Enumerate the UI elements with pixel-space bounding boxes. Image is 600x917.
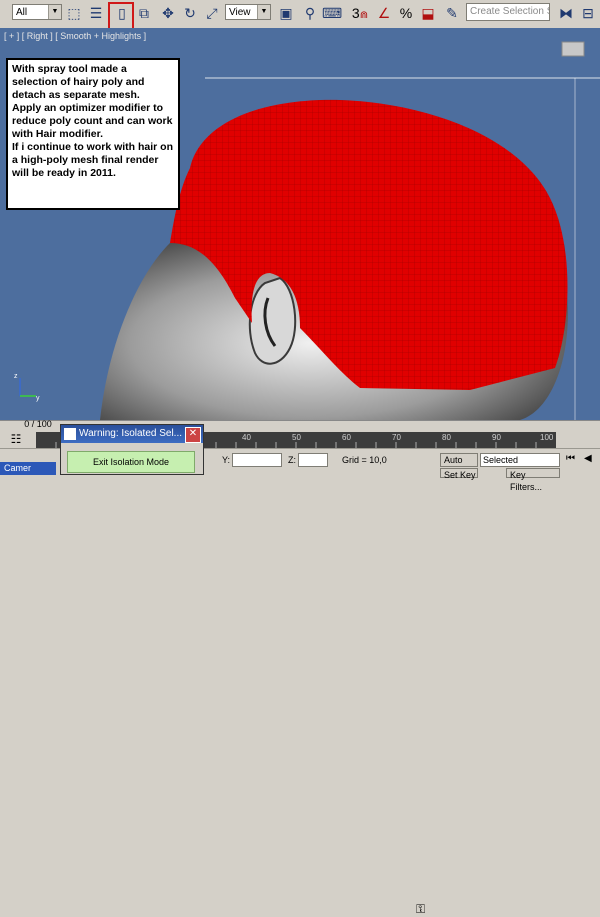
tick-label: 40 xyxy=(242,433,251,442)
ear-mesh xyxy=(248,276,297,365)
frame-counter: 0 / 100 xyxy=(24,419,52,429)
z-coordinate-field[interactable] xyxy=(298,453,328,467)
selection-filter-dropdown[interactable]: All ▼ xyxy=(12,4,62,20)
key-mode-value: Selected xyxy=(483,455,519,465)
snap-icon[interactable]: 3⋒ xyxy=(350,3,370,23)
spinner-snap-icon[interactable]: ⬓ xyxy=(418,3,438,23)
align-icon[interactable]: ⊟ xyxy=(578,3,598,23)
y-coordinate-field[interactable] xyxy=(232,453,282,467)
key-mode-dropdown[interactable]: Selected xyxy=(480,453,560,467)
coordinate-system-value: View xyxy=(229,7,251,18)
dialog-title: Warning: Isolated Sel... xyxy=(79,428,183,439)
chevron-down-icon: ▼ xyxy=(48,5,61,19)
percent-snap-label: % xyxy=(399,5,413,21)
tick-label: 50 xyxy=(292,433,301,442)
viewcube-icon xyxy=(561,41,585,57)
svg-text:z: z xyxy=(14,373,18,380)
y-label: Y: xyxy=(222,455,231,465)
previous-frame-icon[interactable]: ◀ xyxy=(584,453,592,464)
pivot-icon[interactable]: ▣ xyxy=(276,3,296,23)
chevron-down-icon: ▼ xyxy=(257,5,270,19)
manipulate-icon[interactable]: ⚲ xyxy=(300,3,320,23)
keyboard-shortcut-icon[interactable]: ⌨ xyxy=(322,3,342,23)
selection-set-placeholder: Create Selection Se xyxy=(470,6,549,17)
set-key-button[interactable]: Set Key xyxy=(440,468,478,480)
select-rotate-icon[interactable]: ↻ xyxy=(180,3,200,23)
named-selection-icon[interactable]: ✎ xyxy=(442,3,462,23)
snap-toggle-label: 3 xyxy=(351,5,360,21)
select-by-name-icon[interactable]: ☰ xyxy=(86,3,106,23)
mini-curve-editor-icon[interactable]: ☷ xyxy=(6,432,26,446)
dialog-titlebar: Warning: Isolated Sel... ✕ xyxy=(61,425,203,443)
tick-label: 90 xyxy=(492,433,501,442)
selection-set-input[interactable]: Create Selection Se xyxy=(466,3,550,21)
isolation-warning-dialog: Warning: Isolated Sel... ✕ Exit Isolatio… xyxy=(60,424,204,475)
select-move-icon[interactable]: ✥ xyxy=(158,3,178,23)
svg-text:y: y xyxy=(36,395,40,402)
auto-key-button[interactable]: Auto Key xyxy=(440,453,478,477)
tick-label: 80 xyxy=(442,433,451,442)
tick-label: 70 xyxy=(392,433,401,442)
select-scale-icon[interactable]: ⤢ xyxy=(202,3,222,23)
key-icon[interactable]: ⚿ xyxy=(416,902,425,917)
viewport-right[interactable]: z y [ + ] [ Right ] [ Smooth + Highlight… xyxy=(0,28,600,420)
tick-label: 100 xyxy=(540,433,554,442)
viewport-label[interactable]: [ + ] [ Right ] [ Smooth + Highlights ] xyxy=(4,31,146,41)
coordinate-system-dropdown[interactable]: View ▼ xyxy=(225,4,271,20)
main-toolbar: All ▼ ⬚ ☰ ▯ ⧉ ✥ ↻ ⤢ View ▼ ▣ ⚲ ⌨ 3⋒ ∠ % … xyxy=(0,0,600,29)
z-label: Z: xyxy=(288,455,296,465)
close-icon[interactable]: ✕ xyxy=(185,427,201,443)
window-crossing-icon[interactable]: ⧉ xyxy=(134,3,154,23)
app-icon xyxy=(64,428,76,440)
percent-snap-icon[interactable]: % xyxy=(396,3,416,23)
tick-label: 60 xyxy=(342,433,351,442)
exit-isolation-button[interactable]: Exit Isolation Mode xyxy=(67,451,195,473)
key-filters-button[interactable]: Key Filters... xyxy=(506,468,560,492)
annotation-note: With spray tool made a selection of hair… xyxy=(6,58,180,210)
grid-readout: Grid = 10,0 xyxy=(342,455,387,465)
go-to-start-icon[interactable]: ⏮ xyxy=(566,453,575,464)
select-object-icon[interactable]: ⬚ xyxy=(64,3,84,23)
angle-snap-icon[interactable]: ∠ xyxy=(374,3,394,23)
mirror-icon[interactable]: ⧓ xyxy=(556,3,576,23)
taskbar-camera-button[interactable]: Camer xyxy=(0,462,56,475)
selection-filter-value: All xyxy=(16,7,28,18)
